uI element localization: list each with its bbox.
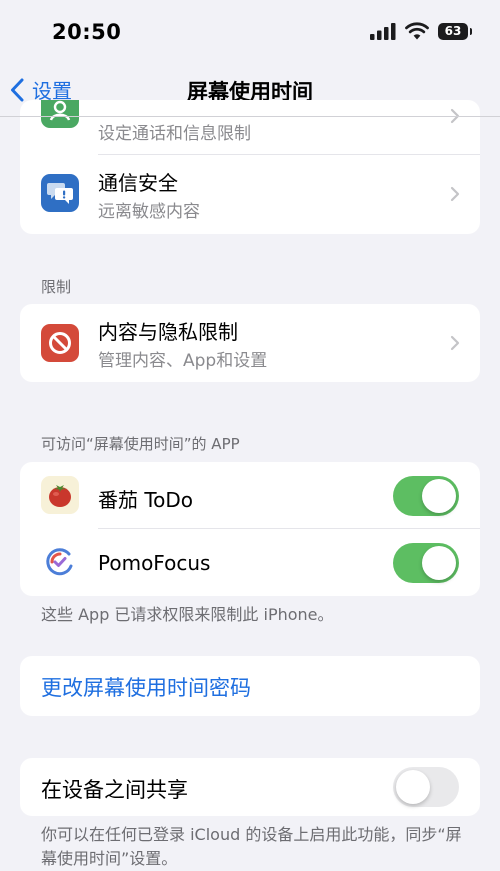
app-name: PomoFocus: [98, 551, 211, 575]
pomofocus-toggle[interactable]: [393, 543, 459, 583]
apps-header: 可访问“屏幕使用时间”的 APP: [41, 435, 240, 453]
communication-limits-subtitle: 设定通话和信息限制: [98, 124, 251, 144]
status-icons: 63: [370, 22, 472, 40]
communication-safety-row[interactable]: 通信安全 远离敏感内容: [20, 155, 480, 234]
battery-level: 63: [444, 24, 462, 38]
communication-safety-subtitle: 远离敏感内容: [98, 202, 200, 222]
share-footer: 你可以在任何已登录 iCloud 的设备上启用此功能，同步“屏幕使用时间”设置。: [41, 825, 462, 868]
content-privacy-row[interactable]: 内容与隐私限制 管理内容、App和设置: [20, 304, 480, 382]
restrictions-header: 限制: [41, 278, 72, 296]
apps-footer: 这些 App 已请求权限来限制此 iPhone。: [41, 605, 334, 624]
communication-card: 设定通话和信息限制 通信安全 远离敏感内容: [20, 100, 480, 234]
app-row: 番茄 ToDo: [20, 462, 480, 529]
communication-safety-title: 通信安全: [98, 171, 178, 195]
pomofocus-app-icon: [41, 543, 79, 581]
tomato-app-icon: [41, 476, 79, 514]
wifi-icon: [405, 22, 429, 40]
restrictions-card: 内容与隐私限制 管理内容、App和设置: [20, 304, 480, 382]
apps-card: 番茄 ToDo PomoFocus: [20, 462, 480, 596]
app-row: PomoFocus: [20, 529, 480, 596]
battery-icon: 63: [438, 22, 472, 40]
share-card: 在设备之间共享: [20, 758, 480, 816]
passcode-card: 更改屏幕使用时间密码: [20, 656, 480, 716]
navbar-divider: [0, 116, 500, 117]
change-passcode-button[interactable]: 更改屏幕使用时间密码: [41, 672, 251, 702]
content-privacy-title: 内容与隐私限制: [98, 320, 238, 344]
share-across-devices-toggle[interactable]: [393, 767, 459, 807]
status-time: 20:50: [52, 20, 122, 44]
status-bar: 20:50 63: [0, 0, 500, 66]
cellular-signal-icon: [370, 22, 396, 40]
content-privacy-subtitle: 管理内容、App和设置: [98, 351, 268, 371]
restriction-icon: [41, 324, 79, 362]
tomato-todo-toggle[interactable]: [393, 476, 459, 516]
chevron-right-icon: [450, 335, 460, 351]
chevron-right-icon: [450, 186, 460, 202]
communication-safety-icon: [41, 174, 79, 212]
app-name: 番茄 ToDo: [98, 488, 194, 512]
share-across-devices-label: 在设备之间共享: [41, 778, 188, 802]
